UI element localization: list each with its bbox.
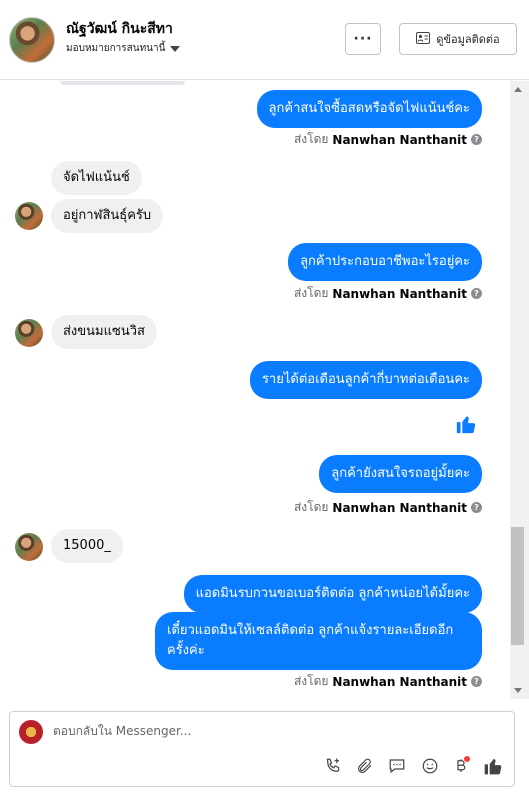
more-options-button[interactable]: ···	[345, 23, 381, 55]
call-button[interactable]	[322, 755, 344, 777]
message-bubble-outgoing[interactable]: ลูกค้าประกอบอาชีพอะไรอยู่คะ	[288, 243, 482, 281]
sent-by-prefix: ส่งโดย	[293, 286, 329, 300]
message-bubble-incoming[interactable]: อยู่กาฬสินธุ์ครับ	[51, 199, 164, 233]
saved-reply-button[interactable]	[386, 755, 408, 777]
scrollbar-thumb[interactable]	[511, 527, 524, 645]
sent-by-prefix: ส่งโดย	[293, 132, 329, 146]
sender-name: Nanwhan Nanthanit	[332, 132, 467, 147]
chat-bubble-icon	[389, 759, 405, 774]
sender-name: Nanwhan Nanthanit	[332, 286, 467, 301]
customer-name[interactable]: ณัฐวัฒน์ กินะสีทา	[66, 18, 173, 40]
reply-input[interactable]	[53, 724, 353, 738]
help-icon[interactable]: ?	[471, 502, 482, 513]
partial-message-top	[60, 81, 185, 85]
message-bubble-outgoing[interactable]: ลูกค้ายังสนใจรถอยู่มั้ยคะ	[319, 455, 482, 493]
sent-by-label: ส่งโดย Nanwhan Nanthanit ?	[294, 672, 482, 691]
thumbs-up-icon	[456, 416, 476, 434]
message-bubble-outgoing[interactable]: เดี๋ยวแอดมินให้เซลล์ติดต่อ ลูกค้าแจ้งราย…	[155, 612, 482, 670]
message-bubble-incoming[interactable]: จัดไฟแน้นช์	[51, 161, 142, 195]
view-contact-label: ดูข้อมูลติดต่อ	[436, 33, 500, 46]
message-bubble-incoming[interactable]: ส่งขนมแซนวิส	[51, 315, 157, 349]
message-bubble-outgoing[interactable]: ลูกค้าสนใจซื้อสดหรือจัดไฟแน้นช์คะ	[256, 90, 482, 128]
page-avatar	[19, 720, 43, 744]
emoji-button[interactable]	[419, 755, 441, 777]
sender-name: Nanwhan Nanthanit	[332, 500, 467, 515]
help-icon[interactable]: ?	[471, 134, 482, 145]
message-bubble-incoming[interactable]: 15000_	[51, 529, 123, 563]
contact-card-icon	[416, 31, 431, 47]
message-line: เดี๋ยวแอดมินให้เซลล์ติดต่อ ลูกค้าแจ้งราย…	[167, 623, 454, 638]
notification-dot	[464, 756, 470, 762]
scroll-up-arrow-icon[interactable]	[514, 87, 522, 92]
message-line: ครั้งค่ะ	[167, 643, 205, 658]
phone-plus-icon	[326, 758, 340, 772]
sent-by-label: ส่งโดย Nanwhan Nanthanit ?	[294, 130, 482, 149]
paperclip-icon	[358, 758, 372, 773]
customer-avatar-small	[15, 319, 43, 347]
like-button[interactable]	[482, 755, 504, 777]
sent-by-label: ส่งโดย Nanwhan Nanthanit ?	[294, 498, 482, 517]
attach-button[interactable]	[354, 755, 376, 777]
help-icon[interactable]: ?	[471, 676, 482, 687]
customer-avatar-small	[15, 202, 43, 230]
sent-by-prefix: ส่งโดย	[293, 674, 329, 688]
customer-avatar-small	[15, 533, 43, 561]
reply-composer	[9, 711, 515, 787]
conversation-header: ณัฐวัฒน์ กินะสีทา มอบหมายการสนทนานี้ ···…	[0, 0, 529, 80]
payment-button[interactable]	[450, 755, 472, 777]
assign-conversation-dropdown[interactable]: มอบหมายการสนทนานี้	[66, 41, 181, 56]
message-bubble-outgoing[interactable]: แอดมินรบกวนขอเบอร์ติดต่อ ลูกค้าหน่อยได้ม…	[183, 575, 482, 613]
sent-by-label: ส่งโดย Nanwhan Nanthanit ?	[294, 284, 482, 303]
smiley-icon	[422, 758, 438, 774]
help-icon[interactable]: ?	[471, 288, 482, 299]
customer-avatar[interactable]	[9, 17, 55, 63]
sender-name: Nanwhan Nanthanit	[332, 674, 467, 689]
message-thread[interactable]: ลูกค้าสนใจซื้อสดหรือจัดไฟแน้นช์คะ ส่งโดย…	[0, 81, 510, 699]
scroll-down-arrow-icon[interactable]	[514, 688, 522, 693]
caret-down-icon	[170, 45, 181, 52]
thumbs-up-sticker[interactable]	[455, 413, 477, 435]
sent-by-prefix: ส่งโดย	[293, 500, 329, 514]
view-contact-button[interactable]: ดูข้อมูลติดต่อ	[399, 23, 517, 55]
message-bubble-outgoing[interactable]: รายได้ต่อเดือนลูกค้ากี่บาทต่อเดือนคะ	[249, 361, 482, 399]
thumbs-up-icon	[484, 758, 502, 775]
assign-label: มอบหมายการสนทนานี้	[66, 43, 166, 54]
